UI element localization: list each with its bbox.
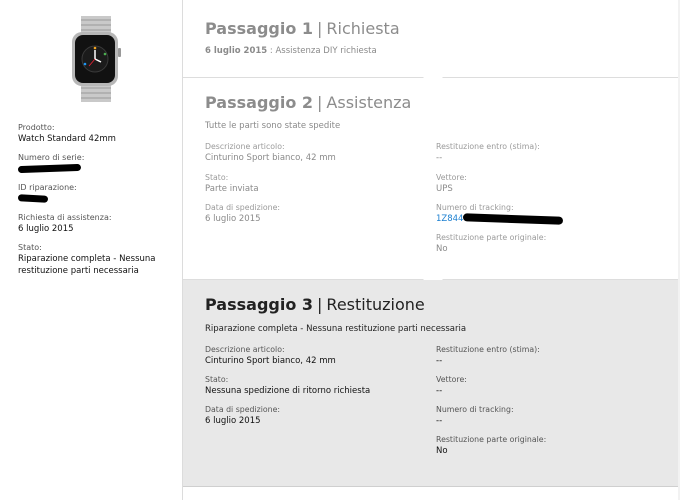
step-1-date: 6 luglio 2015 (205, 46, 268, 56)
step-2-ship-date: Data di spedizione: 6 luglio 2015 (205, 202, 425, 226)
step-2-carrier-value: UPS (436, 184, 453, 194)
step-3-original-return-value: No (436, 446, 448, 456)
step-2-summary: Tutte le parti sono state spedite (205, 121, 341, 131)
step-4-placeholder (183, 487, 678, 500)
step-2-original-return-label: Restituzione parte originale: (436, 233, 547, 242)
step-3-return: Passaggio 3 | Restituzione Riparazione com… (183, 280, 678, 487)
step-3-tracking-value: -- (436, 416, 443, 426)
step-2-carrier-label: Vettore: (436, 173, 467, 182)
step-3-tracking: Numero di tracking: -- (436, 404, 656, 428)
request-value: 6 luglio 2015 (18, 224, 74, 234)
step-3-ship-date: Data di spedizione: 6 luglio 2015 (205, 404, 425, 428)
step-1-number: Passaggio 1 (205, 19, 314, 38)
step-3-return-by-value: -- (436, 356, 443, 366)
product-field: Prodotto: Watch Standard 42mm (18, 122, 178, 145)
product-value: Watch Standard 42mm (18, 134, 116, 144)
sidebar: Prodotto: Watch Standard 42mm Numero di … (0, 0, 183, 500)
serial-field: Numero di serie: (17, 152, 178, 175)
repair-id-label: ID riparazione: (18, 183, 77, 192)
step-3-title: Passaggio 3 | Restituzione (205, 295, 425, 314)
step-3-return-by: Restituzione entro (stima): -- (436, 344, 656, 368)
step-1-name: Richiesta (326, 19, 400, 38)
tracking-number-link[interactable]: 1Z844 (436, 214, 463, 224)
step-2-state-value: Parte inviata (205, 184, 259, 194)
step-3-carrier-value: -- (436, 386, 443, 396)
status-label: Stato: (18, 243, 42, 252)
step-3-original-return: Restituzione parte originale: No (436, 434, 656, 458)
step-3-state: Stato: Nessuna spedizione di ritorno ric… (205, 374, 425, 398)
step-2-ship-date-value: 6 luglio 2015 (205, 214, 261, 224)
step-2-ship-date-label: Data di spedizione: (205, 203, 281, 212)
step-3-state-value: Nessuna spedizione di ritorno richiesta (205, 386, 371, 396)
step-3-carrier: Vettore: -- (436, 374, 656, 398)
step-3-original-return-label: Restituzione parte originale: (436, 435, 547, 444)
step-2-original-return: Restituzione parte originale: No (436, 232, 656, 256)
step-2-original-return-value: No (436, 244, 448, 254)
step-2-name: Assistenza (326, 93, 412, 112)
step-1-detail: 6 luglio 2015 : Assistenza DIY richiesta (205, 45, 377, 57)
step-3-summary: Riparazione completa - Nessuna restituzi… (205, 324, 467, 334)
step-2-carrier: Vettore: UPS (436, 172, 656, 196)
product-label: Prodotto: (18, 123, 55, 132)
serial-label: Numero di serie: (18, 153, 85, 162)
step-2-description-value: Cinturino Sport bianco, 42 mm (205, 153, 336, 163)
request-label: Richiesta di assistenza: (18, 213, 112, 222)
step-3-number: Passaggio 3 (205, 295, 314, 314)
step-2-tracking: Numero di tracking: 1Z844 (436, 202, 656, 226)
status-value: Riparazione completa - Nessuna restituzi… (18, 254, 156, 276)
step-3-description-label: Descrizione articolo: (205, 345, 285, 354)
tracking-redaction (463, 212, 564, 225)
step-3-description: Descrizione articolo: Cinturino Sport bi… (205, 344, 425, 368)
step-1-note: : Assistenza DIY richiesta (269, 46, 377, 56)
repair-steps: Passaggio 1 | Richiesta 6 luglio 2015 : As… (183, 0, 678, 500)
status-field: Stato: Riparazione completa - Nessuna re… (18, 242, 178, 277)
step-3-ship-date-label: Data di spedizione: (205, 405, 281, 414)
step-1-request: Passaggio 1 | Richiesta 6 luglio 2015 : As… (183, 0, 678, 89)
step-2-number: Passaggio 2 (205, 93, 314, 112)
step-3-carrier-label: Vettore: (436, 375, 467, 384)
step-2-return-by-value: -- (436, 153, 443, 163)
step-1-title: Passaggio 1 | Richiesta (205, 19, 400, 38)
repair-id-field: ID riparazione: (17, 182, 178, 205)
step-2-return-by-label: Restituzione entro (stima): (436, 142, 540, 151)
step-3-ship-date-value: 6 luglio 2015 (205, 416, 261, 426)
request-field: Richiesta di assistenza: 6 luglio 2015 (18, 212, 178, 235)
step-2-tracking-label: Numero di tracking: (436, 203, 514, 212)
step-2-assistance: Passaggio 2 | Assistenza Tutte le parti so… (183, 78, 678, 291)
apple-watch-image (72, 16, 121, 102)
step-2-description: Descrizione articolo: Cinturino Sport bi… (205, 141, 425, 165)
repair-id-redaction (17, 194, 49, 203)
step-3-return-by-label: Restituzione entro (stima): (436, 345, 540, 354)
step-3-state-label: Stato: (205, 375, 229, 384)
serial-redaction (17, 163, 82, 174)
step-2-return-by: Restituzione entro (stima): -- (436, 141, 656, 165)
step-3-description-value: Cinturino Sport bianco, 42 mm (205, 356, 336, 366)
step-2-description-label: Descrizione articolo: (205, 142, 285, 151)
step-2-title: Passaggio 2 | Assistenza (205, 93, 412, 112)
step-2-state-label: Stato: (205, 173, 229, 182)
step-3-tracking-label: Numero di tracking: (436, 405, 514, 414)
step-3-name: Restituzione (326, 295, 425, 314)
step-2-state: Stato: Parte inviata (205, 172, 425, 196)
